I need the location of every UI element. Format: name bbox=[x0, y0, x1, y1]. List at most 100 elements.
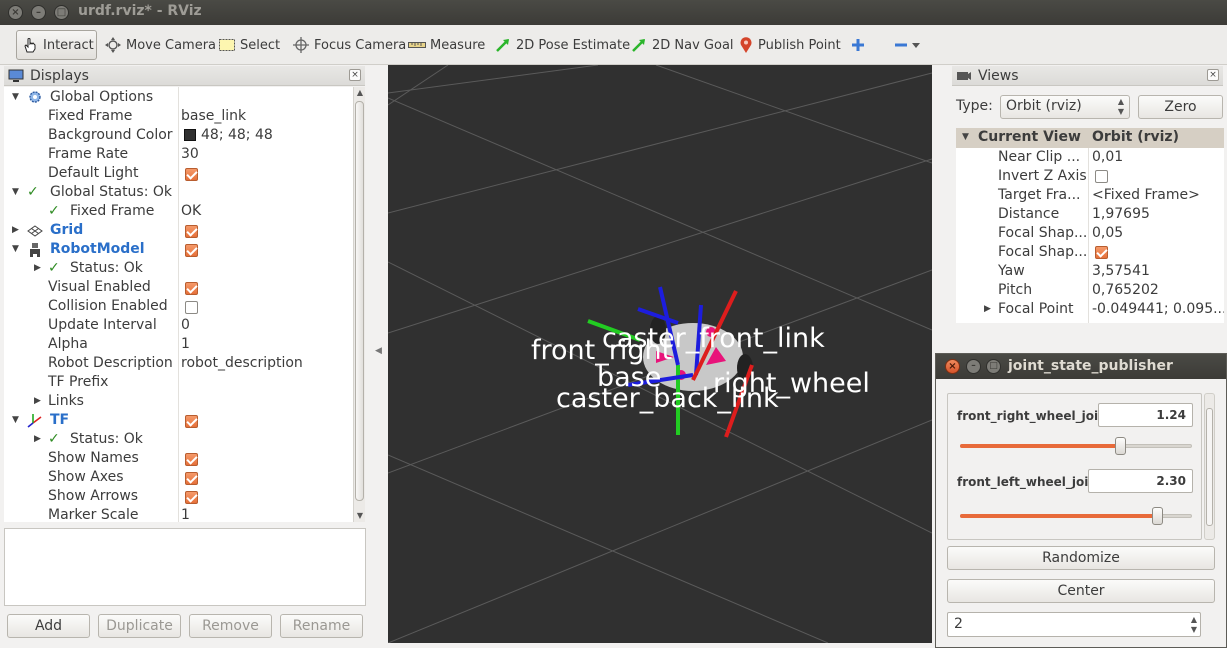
add-tool-button[interactable] bbox=[846, 30, 870, 60]
show-names-checkbox[interactable] bbox=[185, 453, 198, 466]
tree-row-frame-rate[interactable]: Frame Rate 30 bbox=[4, 145, 353, 164]
tree-row-fixed-frame[interactable]: Fixed Frame base_link bbox=[4, 107, 353, 126]
jsp-close-icon[interactable]: × bbox=[945, 359, 960, 374]
displays-close-icon[interactable]: × bbox=[349, 69, 361, 81]
expand-arrow-icon[interactable]: ▼ bbox=[12, 411, 19, 430]
tree-row-background-color[interactable]: Background Color 48; 48; 48 bbox=[4, 126, 353, 145]
tree-row-show-names[interactable]: Show Names bbox=[4, 449, 353, 468]
randomize-button[interactable]: Randomize bbox=[947, 546, 1215, 570]
tree-row-tf[interactable]: ▼ TF bbox=[4, 411, 353, 430]
window-maximize-icon[interactable]: □ bbox=[54, 5, 69, 20]
scroll-up-icon[interactable]: ▲ bbox=[354, 87, 366, 99]
interact-tool-button[interactable]: Interact bbox=[16, 30, 97, 60]
rename-display-button[interactable]: Rename bbox=[280, 614, 363, 638]
tree-row-tf-prefix[interactable]: TF Prefix bbox=[4, 373, 353, 392]
view-row-focal-shape-size[interactable]: Focal Shap... 0,05 bbox=[956, 224, 1224, 243]
jsp-maximize-icon[interactable]: □ bbox=[986, 359, 1001, 374]
collision-enabled-checkbox[interactable] bbox=[185, 301, 198, 314]
visual-enabled-checkbox[interactable] bbox=[185, 282, 198, 295]
tree-row-robot-description[interactable]: Robot Description robot_description bbox=[4, 354, 353, 373]
map-pin-icon bbox=[740, 37, 752, 53]
view-row-near-clip[interactable]: Near Clip ... 0,01 bbox=[956, 148, 1224, 167]
tree-row-global-options[interactable]: ▼ Global Options bbox=[4, 88, 353, 107]
expand-arrow-icon[interactable]: ▶ bbox=[34, 259, 41, 278]
tree-row-links[interactable]: ▶ Links bbox=[4, 392, 353, 411]
slider-handle[interactable] bbox=[1115, 437, 1126, 455]
add-display-button[interactable]: Add bbox=[7, 614, 90, 638]
show-axes-checkbox[interactable] bbox=[185, 472, 198, 485]
tree-row-global-status[interactable]: ▼ ✓ Global Status: Ok bbox=[4, 183, 353, 202]
color-swatch[interactable] bbox=[184, 129, 196, 141]
focal-shape-checkbox[interactable] bbox=[1095, 246, 1108, 259]
measure-tool-button[interactable]: Measure bbox=[404, 30, 489, 60]
expand-arrow-icon[interactable]: ▶ bbox=[34, 430, 41, 449]
front-right-wheel-value-input[interactable]: 1.24 bbox=[1098, 403, 1193, 427]
remove-tool-button[interactable] bbox=[890, 30, 924, 60]
3d-viewport[interactable]: front_right caster_front_link base right… bbox=[388, 65, 932, 643]
view-row-focal-point[interactable]: ▶ Focal Point -0.049441; 0.095... bbox=[956, 300, 1224, 319]
tree-row-tf-status[interactable]: ▶ ✓ Status: Ok bbox=[4, 430, 353, 449]
remove-display-button[interactable]: Remove bbox=[189, 614, 272, 638]
scrollbar-thumb[interactable] bbox=[1206, 408, 1213, 526]
expand-arrow-icon[interactable]: ▼ bbox=[12, 183, 19, 202]
show-arrows-checkbox[interactable] bbox=[185, 491, 198, 504]
tree-row-robotmodel[interactable]: ▼ RobotModel bbox=[4, 240, 353, 259]
invert-z-checkbox[interactable] bbox=[1095, 170, 1108, 183]
select-tool-button[interactable]: Select bbox=[214, 30, 284, 60]
view-row-pitch[interactable]: Pitch 0,765202 bbox=[956, 281, 1224, 300]
expand-arrow-icon[interactable]: ▼ bbox=[12, 240, 19, 259]
views-close-icon[interactable]: × bbox=[1207, 69, 1219, 81]
nav-goal-tool-button[interactable]: 2D Nav Goal bbox=[626, 30, 738, 60]
views-type-select[interactable]: Orbit (rviz) ▲ ▼ bbox=[1000, 95, 1130, 119]
view-row-target-frame[interactable]: Target Fra... <Fixed Frame> bbox=[956, 186, 1224, 205]
window-close-icon[interactable]: × bbox=[8, 5, 23, 20]
window-minimize-icon[interactable]: – bbox=[31, 5, 46, 20]
expand-arrow-icon[interactable]: ▶ bbox=[984, 300, 991, 319]
tree-row-show-arrows[interactable]: Show Arrows bbox=[4, 487, 353, 506]
tree-row-alpha[interactable]: Alpha 1 bbox=[4, 335, 353, 354]
view-row-distance[interactable]: Distance 1,97695 bbox=[956, 205, 1224, 224]
tree-row-visual-enabled[interactable]: Visual Enabled bbox=[4, 278, 353, 297]
scrollbar-thumb[interactable] bbox=[355, 101, 364, 501]
tree-row-robot-status[interactable]: ▶ ✓ Status: Ok bbox=[4, 259, 353, 278]
publish-point-tool-button[interactable]: Publish Point bbox=[734, 30, 845, 60]
tree-row-marker-scale[interactable]: Marker Scale 1 bbox=[4, 506, 353, 522]
jsp-minimize-icon[interactable]: – bbox=[966, 359, 981, 374]
left-splitter-handle[interactable]: ◀ bbox=[375, 346, 382, 356]
front-left-wheel-value-input[interactable]: 2.30 bbox=[1088, 469, 1193, 493]
jsp-scrollbar[interactable] bbox=[1204, 393, 1215, 540]
expand-arrow-icon[interactable]: ▶ bbox=[12, 221, 19, 240]
tree-row-default-light[interactable]: Default Light bbox=[4, 164, 353, 183]
tf-enabled-checkbox[interactable] bbox=[185, 415, 198, 428]
move-camera-tool-button[interactable]: Move Camera bbox=[100, 30, 220, 60]
expand-arrow-icon[interactable]: ▼ bbox=[12, 88, 19, 107]
tree-row-show-axes[interactable]: Show Axes bbox=[4, 468, 353, 487]
camera-icon bbox=[957, 71, 971, 80]
tree-row-fixed-frame-status[interactable]: ✓ Fixed Frame OK bbox=[4, 202, 353, 221]
jsp-spinbox[interactable]: 2 ▲ ▼ bbox=[947, 612, 1201, 637]
pose-estimate-tool-button[interactable]: 2D Pose Estimate bbox=[490, 30, 634, 60]
duplicate-display-button[interactable]: Duplicate bbox=[98, 614, 181, 638]
front-left-wheel-slider[interactable] bbox=[960, 507, 1192, 527]
spinner-arrows-icon[interactable]: ▲ ▼ bbox=[1191, 615, 1197, 635]
tree-row-update-interval[interactable]: Update Interval 0 bbox=[4, 316, 353, 335]
center-button[interactable]: Center bbox=[947, 579, 1215, 603]
robotmodel-enabled-checkbox[interactable] bbox=[185, 244, 198, 257]
view-row-yaw[interactable]: Yaw 3,57541 bbox=[956, 262, 1224, 281]
views-zero-button[interactable]: Zero bbox=[1138, 95, 1223, 119]
tf-axes-icon bbox=[27, 414, 42, 428]
default-light-checkbox[interactable] bbox=[185, 168, 198, 181]
view-row-invert-z[interactable]: Invert Z Axis bbox=[956, 167, 1224, 186]
slider-handle[interactable] bbox=[1152, 507, 1163, 525]
scroll-down-icon[interactable]: ▼ bbox=[354, 510, 366, 522]
tree-row-grid[interactable]: ▶ Grid bbox=[4, 221, 353, 240]
expand-arrow-icon[interactable]: ▶ bbox=[34, 392, 41, 411]
tree-row-collision-enabled[interactable]: Collision Enabled bbox=[4, 297, 353, 316]
view-row-focal-shape-fixed[interactable]: Focal Shap... bbox=[956, 243, 1224, 262]
displays-scrollbar[interactable]: ▲ ▼ bbox=[353, 87, 365, 522]
focus-camera-tool-button[interactable]: Focus Camera bbox=[288, 30, 410, 60]
expand-arrow-icon[interactable]: ▼ bbox=[962, 128, 969, 147]
views-header-row[interactable]: ▼ Current View Orbit (rviz) bbox=[956, 128, 1224, 148]
front-right-wheel-slider[interactable] bbox=[960, 437, 1192, 457]
grid-enabled-checkbox[interactable] bbox=[185, 225, 198, 238]
